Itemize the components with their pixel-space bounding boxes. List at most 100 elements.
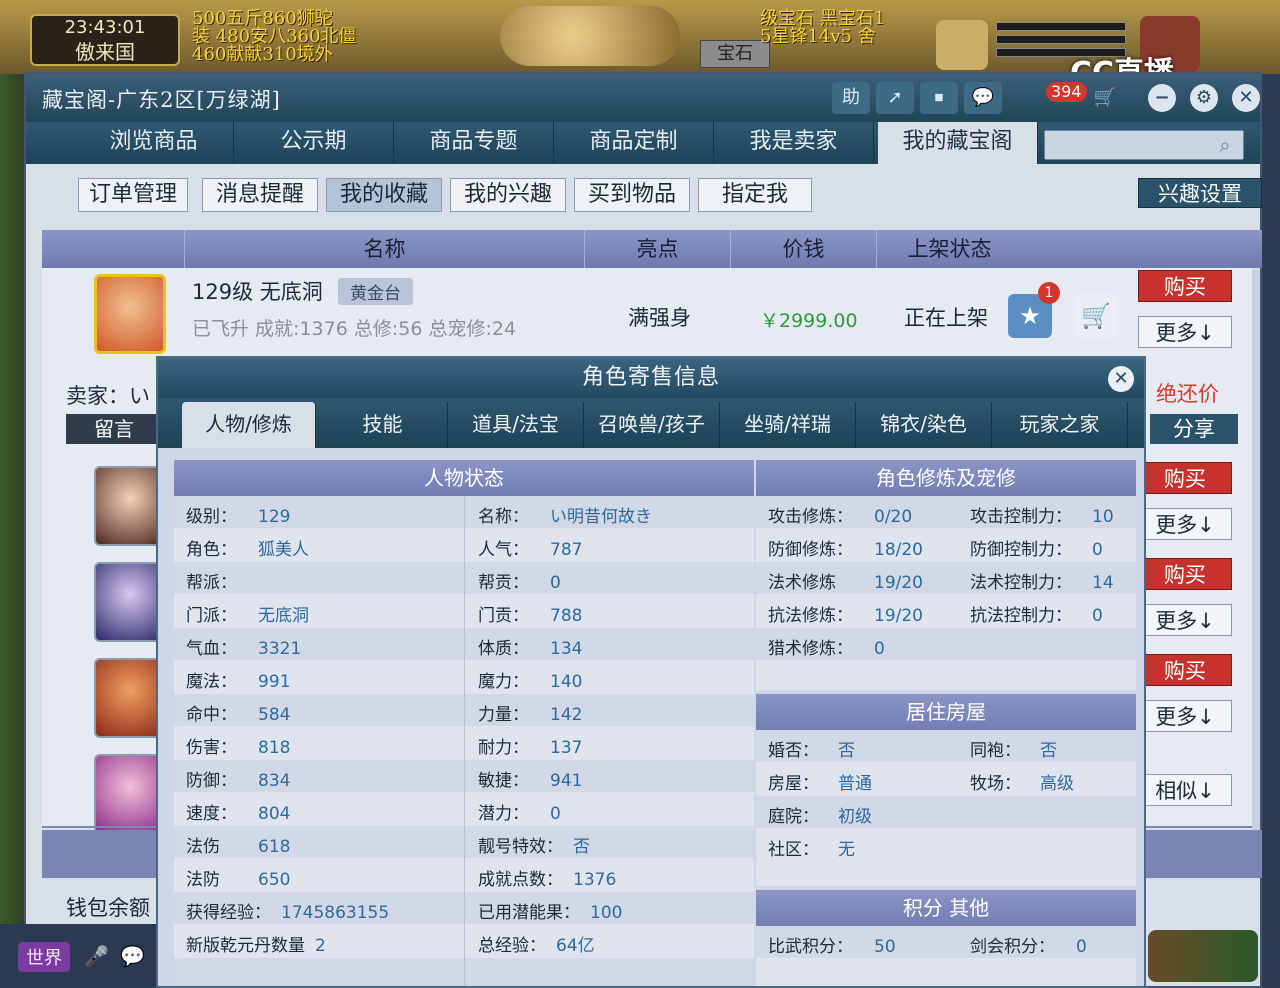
popup-tab-character[interactable]: 人物/修炼 [182,402,316,448]
subtab-designated[interactable]: 指定我 [698,178,812,212]
cart-icon[interactable]: 🛒 [1086,82,1124,114]
listing-highlight: 满强身 [628,306,691,330]
stat-key: 庭院： [768,807,819,827]
window-titlebar[interactable]: 藏宝阁-广东2区[万绿湖] 助 ➚ ⏹ 💬 394 🛒 − ⚙ ✕ [26,74,1260,122]
stat-key: 牧场： [970,774,1021,794]
close-icon[interactable]: ✕ [1232,84,1260,112]
message-button[interactable]: 留言 [66,414,162,444]
stat-value: 否 [838,741,855,761]
popup-title: 角色寄售信息 [158,358,1144,398]
share-arrow-icon[interactable]: ➚ [876,82,914,114]
chat-icon[interactable]: 💬 [964,82,1002,114]
popup-tab-home[interactable]: 玩家之家 [992,402,1128,448]
points-panel: 积分 其他 比武积分： 50 剑会积分： 0 [756,890,1136,986]
search-input[interactable]: ⌕ [1044,130,1244,160]
buy-button[interactable]: 购买 [1138,462,1232,494]
buy-button[interactable]: 购买 [1138,558,1232,590]
popup-tab-items[interactable]: 道具/法宝 [448,402,584,448]
game-bottom-right-icons[interactable] [1148,930,1258,982]
house-panel: 居住房屋 婚否： 否房屋： 普通 庭院： 初级 社区： 无 同袍： 否牧场： 高级 [756,694,1136,886]
stat-key: 角色： [186,540,237,560]
more-button[interactable]: 更多↓ [1138,508,1232,540]
stat-key: 潜力： [478,804,529,824]
stat-row: 潜力： 0 [478,799,561,824]
stat-row: 速度： 804 [186,799,290,824]
stat-value: 834 [258,771,291,791]
chat-bubble-icon[interactable]: 💬 [120,944,145,968]
interest-settings-button[interactable]: 兴趣设置 [1138,178,1262,208]
stat-row: 帮派： [186,568,258,593]
more-button[interactable]: 更多↓ [1138,604,1232,636]
nav-tab-public[interactable]: 公示期 [234,122,394,164]
clock-location: 傲来国 [75,40,135,64]
stat-value: 0 [550,573,561,593]
stat-value: 134 [550,639,583,659]
listing-title[interactable]: 129级 无底洞 [192,276,323,306]
game-top-strip: 23:43:01 傲来国 500五斤860狮驼 装 480安八360北僵 460… [0,0,1280,74]
popup-tab-outfits[interactable]: 锦衣/染色 [856,402,992,448]
stop-icon[interactable]: ⏹ [920,82,958,114]
game-character-sprite [500,6,680,66]
stat-key: 成就点数： [478,870,563,890]
search-icon[interactable]: ⌕ [1211,131,1239,159]
popup-tab-pets[interactable]: 召唤兽/孩子 [584,402,720,448]
subtab-favorites[interactable]: 我的收藏 [326,178,442,212]
buy-button[interactable]: 购买 [1138,270,1232,302]
stat-value: 普通 [838,774,872,794]
message-count-badge: 394 [1046,82,1087,102]
stat-value: 1745863155 [281,903,390,923]
stat-key: 抗法控制力： [970,606,1072,626]
stat-value: 584 [258,705,291,725]
stat-value: 64亿 [556,936,595,956]
nav-tab-topics[interactable]: 商品专题 [394,122,554,164]
column-header-price: 价钱 [730,230,876,268]
subtab-orders[interactable]: 订单管理 [78,178,188,212]
stat-value: 无底洞 [258,606,309,626]
stat-key: 攻击修炼： [768,507,853,527]
game-panda-avatar[interactable] [936,20,988,70]
stat-key: 魔力： [478,672,529,692]
subtab-interests[interactable]: 我的兴趣 [450,178,566,212]
stat-row: 门派： 无底洞 [186,601,309,626]
stat-value: 18/20 [874,540,923,560]
similar-button[interactable]: 相似↓ [1138,774,1232,806]
popup-tab-skills[interactable]: 技能 [318,402,448,448]
stat-value: 0 [1092,606,1103,626]
nav-tab-seller[interactable]: 我是卖家 [714,122,874,164]
stat-row: 成就点数： 1376 [478,865,616,890]
nav-tab-browse[interactable]: 浏览商品 [74,122,234,164]
stat-row: 靓号特效： 否 [478,832,590,857]
stat-row: 命中： 584 [186,700,290,725]
stat-row: 攻击修炼： 0/20 [768,502,912,527]
stat-key: 攻击控制力： [970,507,1072,527]
stat-row: 同袍： 否 [970,736,1057,761]
buy-button[interactable]: 购买 [1138,654,1232,686]
stat-row: 人气： 787 [478,535,582,560]
help-button[interactable]: 助 [832,82,870,114]
nav-tab-my-pavilion[interactable]: 我的藏宝阁 [878,122,1038,164]
popup-close-icon[interactable]: ✕ [1108,366,1134,392]
microphone-icon[interactable]: 🎤 [84,944,109,968]
popup-tab-mounts[interactable]: 坐骑/祥瑞 [720,402,856,448]
subtab-purchased[interactable]: 买到物品 [574,178,690,212]
stat-row: 已用潜能果： 100 [478,898,622,923]
list-scrollbar[interactable] [1252,270,1260,830]
gear-icon[interactable]: ⚙ [1190,84,1218,112]
subtab-messages[interactable]: 消息提醒 [202,178,318,212]
stat-key: 力量： [478,705,529,725]
stat-value: 19/20 [874,573,923,593]
cart-add-icon[interactable]: 🛒 [1074,294,1118,338]
stat-row: 法术控制力： 14 [970,568,1114,593]
listing-avatar[interactable] [94,274,166,354]
stat-row: 比武积分： 50 [768,932,896,957]
stat-key: 伤害： [186,738,237,758]
stat-key: 耐力： [478,738,529,758]
world-chat-button[interactable]: 世界 [18,942,70,972]
more-button[interactable]: 更多↓ [1138,316,1232,348]
minimize-icon[interactable]: − [1148,84,1176,112]
nav-tab-custom[interactable]: 商品定制 [554,122,714,164]
listing-subtitle: 已飞升 成就:1376 总修:56 总宠修:24 [192,318,517,340]
share-button[interactable]: 分享 [1150,414,1238,444]
stat-row: 获得经验： 1745863155 [186,898,389,923]
more-button[interactable]: 更多↓ [1138,700,1232,732]
